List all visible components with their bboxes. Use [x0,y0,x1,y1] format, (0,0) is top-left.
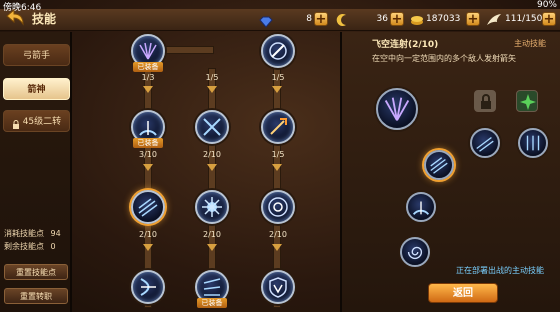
game-screen: 傍晚6:46 90% 技能 8 + 36 + 187033 + 111/150 … [0,0,560,312]
stamina-wing-icon [486,12,502,26]
skill-node-air-barrage[interactable] [131,190,165,224]
skill-node-target[interactable] [261,190,295,224]
down-arrow-icon [207,164,217,171]
consumed-points-value: 94 [50,229,61,238]
skill-level: 1/5 [205,73,219,82]
stamina-count: 111/150 [505,14,543,24]
coin-count: 36 [376,14,388,24]
down-arrow-icon [272,244,282,251]
tab-arrow-god-label: 箭神 [27,85,46,95]
passive-skill-slot[interactable] [376,88,418,130]
down-arrow-icon [272,164,282,171]
down-arrow-icon [143,164,153,171]
down-arrow-icon [143,244,153,251]
equipped-tag: 已装备 [133,62,163,72]
remaining-points-label: 剩余技能点 [4,242,44,251]
skill-node-starburst[interactable] [195,190,229,224]
skill-level: 1/3 [141,73,155,82]
skill-level: 2/10 [139,230,157,239]
consumed-points: 消耗技能点 94 [4,228,61,239]
battery-level: 90% [536,0,557,10]
skill-node-bow-draw[interactable] [131,270,165,304]
gold-count: 187033 [426,14,461,24]
status-time: 傍晚6:46 [3,3,42,13]
remaining-points-value: 0 [50,242,56,251]
tab-archer[interactable]: 弓箭手 [3,44,70,66]
down-arrow-icon [143,86,153,93]
skill-node-compass[interactable] [261,34,295,68]
locked-skill-slot [516,90,538,112]
reset-skill-points-button[interactable]: 重置技能点 [4,264,68,280]
skill-node-shield-v[interactable] [261,270,295,304]
skill-level: 2/10 [269,230,287,239]
skill-description: 在空中向一定范围内的多个敌人发射箭矢 [372,54,516,63]
add-gold-button[interactable]: + [466,12,480,26]
gem-icon [258,13,274,28]
status-bar: 傍晚6:46 90% [0,0,560,13]
add-stamina-button[interactable]: + [542,12,556,26]
remaining-points: 剩余技能点 0 [4,241,56,252]
skill-level: 1/5 [271,150,285,159]
lock-icon [12,116,20,129]
deploy-note: 正在部署出战的主动技能 [456,266,544,275]
consumed-points-label: 消耗技能点 [4,229,44,238]
skill-type: 主动技能 [514,39,546,48]
down-arrow-icon [272,86,282,93]
skill-level: 3/10 [139,150,157,159]
skill-name: 飞空连射(2/10) [372,40,439,50]
gem-count: 8 [306,14,312,24]
equipped-tag: 已装备 [197,298,227,308]
back-button[interactable]: 返回 [428,283,498,303]
tab-archer-label: 弓箭手 [22,51,50,61]
class-panel: 弓箭手 箭神 45级二转 消耗技能点 94 剩余技能点 0 重置技能点 重置转职 [0,32,72,312]
skill-level: 1/5 [271,73,285,82]
locked-slot [474,90,496,112]
skill-level: 2/10 [203,230,221,239]
add-gems-button[interactable]: + [314,12,328,26]
tab-arrow-god[interactable]: 箭神 [3,78,70,100]
down-arrow-icon [207,244,217,251]
reset-class-button[interactable]: 重置转职 [4,288,68,304]
skill-level: 2/10 [203,150,221,159]
skill-node-fire-arrow[interactable] [261,110,295,144]
skill-node-crossed-arrows[interactable] [195,110,229,144]
active-slot-air-barrage[interactable] [424,150,454,180]
crescent-coin-icon [336,12,350,26]
down-arrow-icon [207,86,217,93]
add-coins-button[interactable]: + [390,12,404,26]
active-slot-multi-arrow[interactable] [470,128,500,158]
tab-second-advance[interactable]: 45级二转 [3,110,70,132]
tab-second-advance-label: 45级二转 [22,117,62,127]
skill-tree: 已装备 1/3 1/5 1/5 已装备 3/10 2/10 1/5 2/10 2… [74,32,336,312]
gold-icon [410,12,424,26]
active-slot-arrow-rain[interactable] [518,128,548,158]
equipped-tag: 已装备 [133,138,163,148]
active-slot-spiral[interactable] [400,237,430,267]
active-slot-bow-arc[interactable] [406,192,436,222]
